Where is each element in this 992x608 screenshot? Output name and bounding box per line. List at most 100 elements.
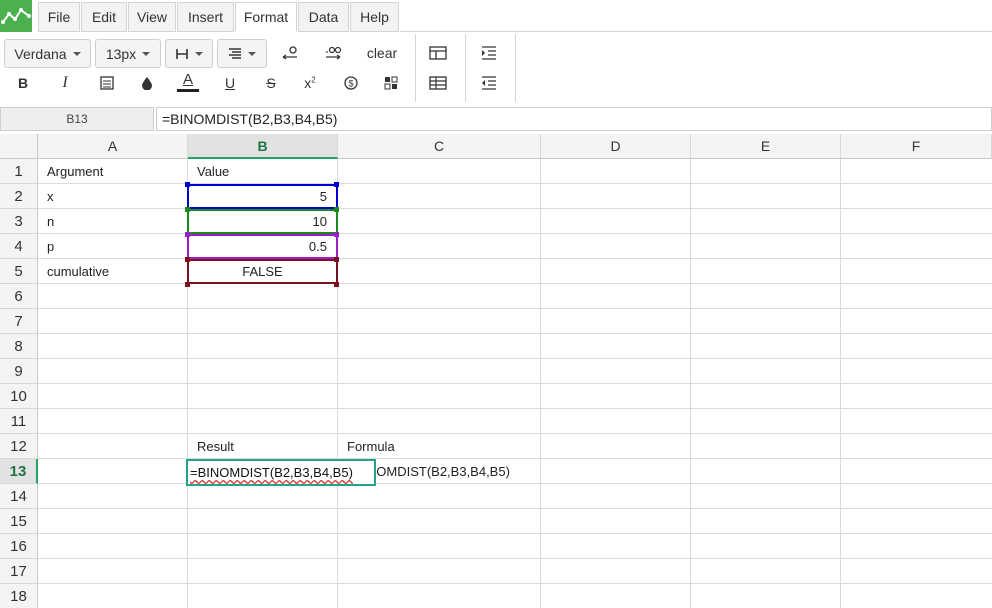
cell-a1[interactable]: Argument [38,159,187,184]
decrease-decimal-button[interactable] [276,40,306,66]
clear-format-button[interactable]: clear [360,40,404,66]
row-header-16[interactable]: 16 [0,534,38,559]
row-header-17[interactable]: 17 [0,559,38,584]
font-size-value: 13px [105,45,137,62]
cell-a4[interactable]: p [38,234,187,259]
menu-file[interactable]: File [38,2,80,32]
resize-handle[interactable] [185,182,190,187]
column-header-a[interactable]: A [38,134,188,159]
text-color-icon: A [182,70,193,88]
row-header-10[interactable]: 10 [0,384,38,409]
cell-a5[interactable]: cumulative [38,259,187,284]
menu-help[interactable]: Help [350,2,399,32]
font-family-dropdown[interactable]: Verdana [4,39,91,68]
row-header-12[interactable]: 12 [0,434,38,459]
row-header-14[interactable]: 14 [0,484,38,509]
resize-handle[interactable] [185,257,190,262]
currency-button[interactable]: $ [338,70,364,96]
menu-data[interactable]: Data [298,2,349,32]
grid-icon [429,76,447,90]
row-header-4[interactable]: 4 [0,234,38,259]
row-header-3[interactable]: 3 [0,209,38,234]
grid-line [38,358,992,359]
column-header-e[interactable]: E [691,134,841,159]
menu-edit[interactable]: Edit [81,2,127,32]
grid-line [38,308,992,309]
superscript-button[interactable]: x2 [297,70,323,96]
app-logo-icon [0,0,32,32]
reference-highlight-b5 [187,259,338,284]
underline-button[interactable]: U [217,70,243,96]
outdent-button[interactable] [475,70,503,96]
toolbar-divider [415,34,416,102]
resize-handle[interactable] [185,232,190,237]
chevron-down-icon [142,51,151,56]
menu-insert[interactable]: Insert [177,2,234,32]
increase-decimal-button[interactable] [318,40,348,66]
row-header-1[interactable]: 1 [0,159,38,184]
borders-icon [100,76,114,90]
format-cells-button[interactable] [378,70,404,96]
text-color-swatch [177,88,199,92]
spreadsheet-grid: A B C D E F 1 2 3 4 5 6 7 8 9 10 11 12 13 14 15 16 17 18 … [0,134,992,608]
merge-cells-button[interactable] [424,40,452,66]
formula-input[interactable]: =BINOMDIST(B2,B3,B4,B5) [156,107,992,131]
strikethrough-button[interactable]: S [258,70,284,96]
row-header-5[interactable]: 5 [0,259,38,284]
indent-button[interactable] [475,40,503,66]
cell-b1[interactable]: Value [188,159,337,184]
resize-handle[interactable] [334,207,339,212]
column-header-f[interactable]: F [841,134,992,159]
row-header-2[interactable]: 2 [0,184,38,209]
row-header-8[interactable]: 8 [0,334,38,359]
menu-view[interactable]: View [128,2,176,32]
cell-b12[interactable]: Result [188,434,337,459]
resize-handle[interactable] [334,257,339,262]
toolbar-divider [465,34,466,102]
underline-icon: U [224,75,236,91]
row-header-15[interactable]: 15 [0,509,38,534]
row-header-18[interactable]: 18 [0,584,38,608]
resize-handle[interactable] [334,282,339,287]
italic-icon: I [62,74,68,91]
name-box[interactable]: B13 [0,107,154,131]
insert-table-button[interactable] [424,70,452,96]
resize-handle[interactable] [185,207,190,212]
grid-line [38,333,992,334]
row-header-6[interactable]: 6 [0,284,38,309]
format-cells-icon [384,76,398,90]
fill-pattern-button[interactable] [94,70,120,96]
cell-a2[interactable]: x [38,184,187,209]
italic-button[interactable]: I [52,70,78,96]
resize-handle[interactable] [334,232,339,237]
row-header-11[interactable]: 11 [0,409,38,434]
column-header-c[interactable]: C [338,134,541,159]
toolbar-divider [515,34,516,102]
column-header-b[interactable]: B [188,134,338,159]
row-header-13[interactable]: 13 [0,459,38,484]
cell-a3[interactable]: n [38,209,187,234]
menu-format[interactable]: Format [235,2,297,32]
fill-color-button[interactable] [134,70,160,96]
cell-c12[interactable]: Formula [338,434,540,459]
bold-button[interactable]: B [10,70,36,96]
resize-handle[interactable] [334,182,339,187]
resize-handle[interactable] [185,282,190,287]
font-family-value: Verdana [14,45,67,62]
toolbar: Verdana 13px clear B I A U S x2 $ [0,32,992,104]
font-size-dropdown[interactable]: 13px [95,39,161,68]
table-icon [429,46,447,60]
column-header-d[interactable]: D [541,134,691,159]
fill-color-icon [142,77,152,90]
cell-editor-b13[interactable]: =BINOMDIST(B2,B3,B4,B5) [186,459,376,486]
row-header-7[interactable]: 7 [0,309,38,334]
text-color-button[interactable]: A [174,68,202,94]
row-header-9[interactable]: 9 [0,359,38,384]
heading-dropdown[interactable] [165,39,213,68]
outdent-icon [482,76,496,90]
grid-line [38,558,992,559]
align-dropdown[interactable] [217,39,267,68]
select-all-corner[interactable] [0,134,38,159]
grid-line [38,508,992,509]
superscript-icon: x2 [304,75,316,91]
